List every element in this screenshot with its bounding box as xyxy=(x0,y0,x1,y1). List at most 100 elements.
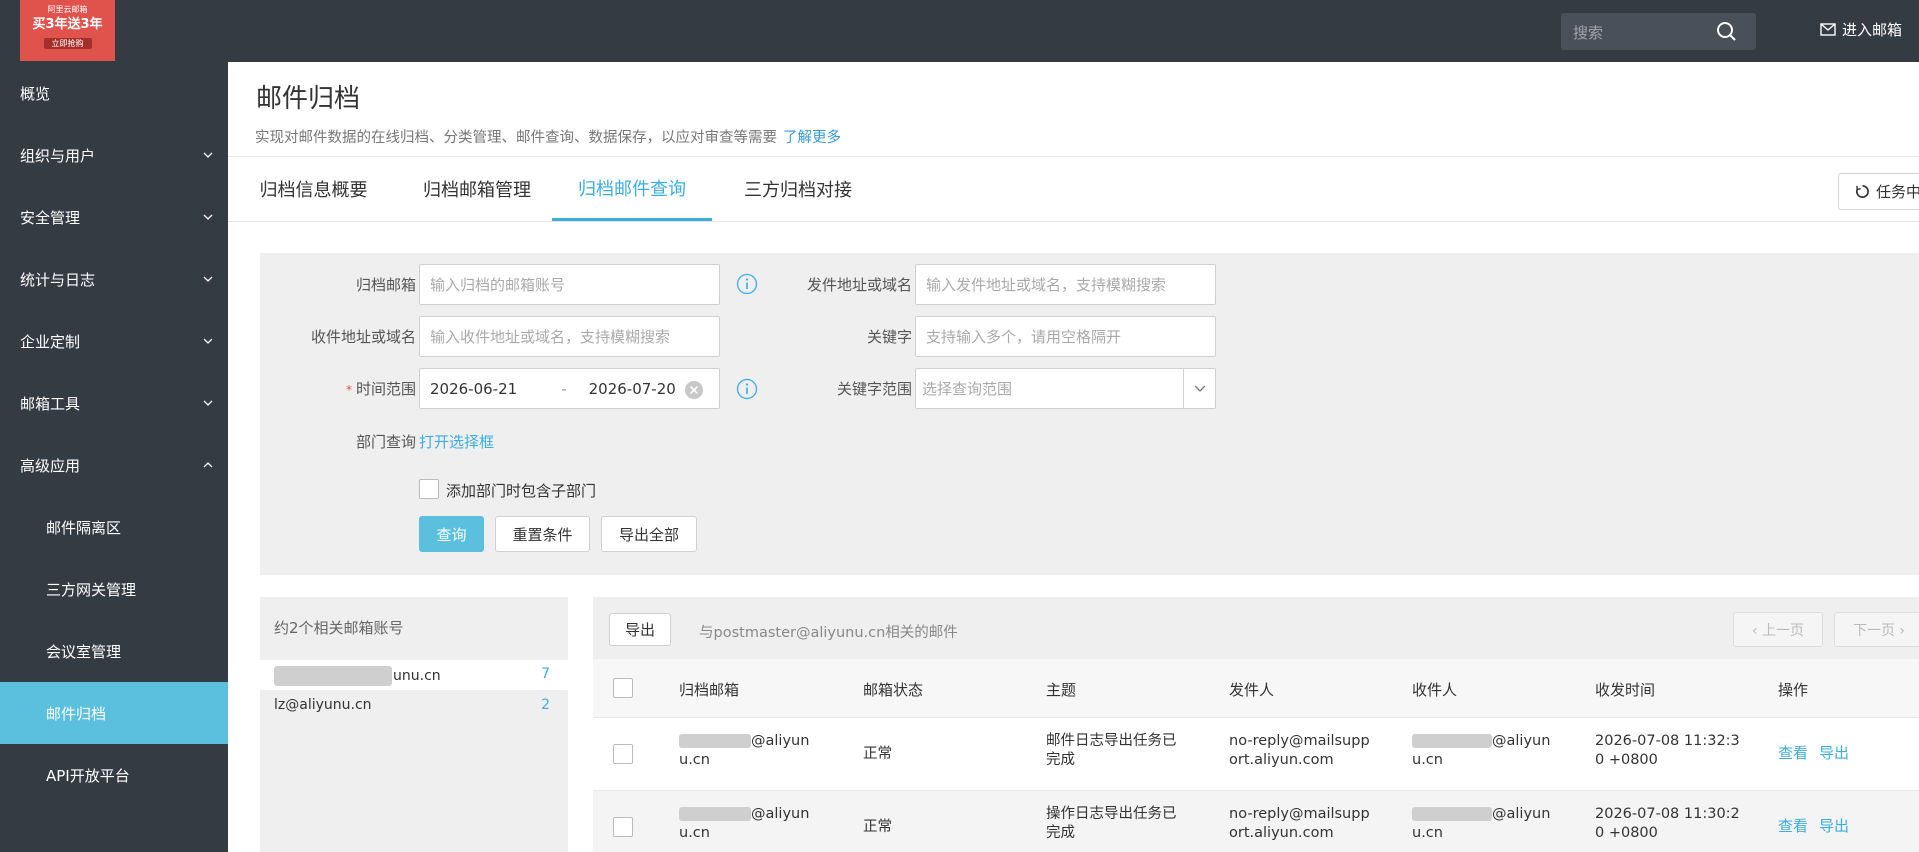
cell-archive-mailbox: @aliyun u.cn xyxy=(679,805,809,843)
clear-icon[interactable] xyxy=(684,380,704,400)
sidebar-item-meeting-rooms[interactable]: 会议室管理 xyxy=(0,620,228,682)
sidebar-item-advanced[interactable]: 高级应用 xyxy=(0,434,228,496)
chevron-down-icon xyxy=(1194,385,1206,392)
tab-archive-mailbox-mgmt[interactable]: 归档邮箱管理 xyxy=(417,157,537,221)
archive-mailbox-label: 归档邮箱 xyxy=(355,276,416,294)
sidebar-item-customization[interactable]: 企业定制 xyxy=(0,310,228,372)
next-page-button[interactable]: 下一页 › xyxy=(1834,612,1919,647)
sidebar-item-mail-archive[interactable]: 邮件归档 xyxy=(0,682,228,744)
learn-more-link[interactable]: 了解更多 xyxy=(783,130,841,146)
enter-mailbox-link[interactable]: 进入邮箱 xyxy=(1820,19,1902,40)
query-button[interactable]: 查询 xyxy=(419,516,484,552)
col-subject: 主题 xyxy=(1046,681,1077,699)
select-all-checkbox[interactable] xyxy=(613,678,633,698)
open-department-picker-link[interactable]: 打开选择框 xyxy=(419,431,494,452)
cell-subject-text-1: 操作日志导出任务已 xyxy=(1046,806,1177,822)
promo-logo[interactable]: 阿里云邮箱 买3年送3年 立即抢购 xyxy=(20,0,115,61)
cell-archive-mailbox-text-2: u.cn xyxy=(679,752,710,768)
sidebar-item-quarantine[interactable]: 邮件隔离区 xyxy=(0,496,228,558)
cell-sender-text-1: no-reply@mailsupp xyxy=(1229,733,1370,749)
search-placeholder: 搜索 xyxy=(1573,24,1604,42)
tab-third-party-archive[interactable]: 三方归档对接 xyxy=(738,157,858,221)
cell-status: 正常 xyxy=(863,819,892,835)
cell-subject: 邮件日志导出任务已 完成 xyxy=(1046,732,1177,770)
redacted-block xyxy=(679,807,751,821)
sidebar: 概览 组织与用户 安全管理 统计与日志 企业定制 邮箱工具 高级应用 邮件隔离区… xyxy=(0,62,228,852)
reset-button[interactable]: 重置条件 xyxy=(495,516,590,552)
results-hint: 与postmaster@aliyunu.cn相关的邮件 xyxy=(699,625,958,641)
cell-status: 正常 xyxy=(863,746,892,762)
search-box[interactable]: 搜索 xyxy=(1561,13,1756,50)
export-all-button[interactable]: 导出全部 xyxy=(601,516,697,552)
tab-archive-mail-query[interactable]: 归档邮件查询 xyxy=(552,157,712,221)
logo-brand: 阿里云邮箱 xyxy=(47,5,88,14)
view-link[interactable]: 查看 xyxy=(1778,744,1808,763)
list-item[interactable]: unu.cn 7 xyxy=(260,660,568,690)
view-link[interactable]: 查看 xyxy=(1778,817,1808,836)
chevron-down-icon xyxy=(203,214,213,220)
include-subdept-label: 添加部门时包含子部门 xyxy=(446,482,597,500)
chevron-down-icon xyxy=(203,400,213,406)
cell-archive-mailbox-text-1: @aliyun xyxy=(751,806,810,822)
account-count-header: 约2个相关邮箱账号 xyxy=(274,619,404,637)
info-icon[interactable] xyxy=(736,378,758,400)
account-name-text: unu.cn xyxy=(393,668,441,684)
sidebar-item-security[interactable]: 安全管理 xyxy=(0,186,228,248)
table-header: 归档邮箱 邮箱状态 主题 发件人 收件人 收发时间 操作 xyxy=(593,659,1919,718)
sidebar-item-api-platform[interactable]: API开放平台 xyxy=(0,744,228,806)
page-description-text: 实现对邮件数据的在线归档、分类管理、邮件查询、数据保存，以应对审查等需要 xyxy=(255,130,777,146)
logo-buy-button[interactable]: 立即抢购 xyxy=(43,38,92,49)
row-checkbox[interactable] xyxy=(613,817,633,837)
list-item[interactable]: lz@aliyunu.cn 2 xyxy=(260,691,568,721)
archive-mailbox-input[interactable]: 输入归档的邮箱账号 xyxy=(419,264,720,305)
recipient-input[interactable]: 输入收件地址或域名，支持模糊搜索 xyxy=(419,316,720,357)
cell-recipient-text-1: @aliyun xyxy=(1492,733,1551,749)
date-separator: - xyxy=(561,379,567,398)
prev-page-button[interactable]: ‹ 上一页 xyxy=(1733,612,1823,647)
keyword-input[interactable]: 支持输入多个，请用空格隔开 xyxy=(915,316,1216,357)
tab-archive-overview[interactable]: 归档信息概要 xyxy=(256,157,371,221)
results-toolbar: 导出 与postmaster@aliyunu.cn相关的邮件 ‹ 上一页 下一页… xyxy=(593,597,1919,659)
sidebar-item-label: 统计与日志 xyxy=(20,270,96,289)
sidebar-item-overview[interactable]: 概览 xyxy=(0,62,228,124)
required-mark: * xyxy=(345,383,352,397)
date-to-value[interactable]: 2026-07-20 xyxy=(589,380,676,398)
chevron-down-icon xyxy=(203,338,213,344)
cell-archive-mailbox-text-2: u.cn xyxy=(679,825,710,841)
cell-time-text-1: 2026-07-08 11:30:2 xyxy=(1595,806,1740,822)
cell-subject-text-2: 完成 xyxy=(1046,825,1075,841)
date-range-picker[interactable]: 2026-06-21 - 2026-07-20 xyxy=(419,368,720,409)
cell-time: 2026-07-08 11:30:2 0 +0800 xyxy=(1595,805,1740,843)
redacted-block xyxy=(1412,807,1492,821)
cell-archive-mailbox-text-1: @aliyun xyxy=(751,733,810,749)
task-center-button[interactable]: 任务中心 xyxy=(1838,173,1919,210)
sidebar-item-label: 邮箱工具 xyxy=(20,394,81,413)
search-icon[interactable] xyxy=(1716,21,1736,41)
chevron-down-icon xyxy=(203,276,213,282)
sidebar-item-stats-logs[interactable]: 统计与日志 xyxy=(0,248,228,310)
info-icon[interactable] xyxy=(736,273,758,295)
export-link[interactable]: 导出 xyxy=(1819,817,1849,836)
cell-sender-text-1: no-reply@mailsupp xyxy=(1229,806,1370,822)
include-subdept-checkbox[interactable] xyxy=(419,479,439,499)
table-row: @aliyun u.cn 正常 操作日志导出任务已 完成 no-reply@mail… xyxy=(593,791,1919,852)
cell-time-text-1: 2026-07-08 11:32:3 xyxy=(1595,733,1740,749)
keyword-scope-select[interactable]: 选择查询范围 xyxy=(915,368,1216,409)
chevron-up-icon xyxy=(203,462,213,468)
redacted-block xyxy=(679,734,751,748)
chevron-down-icon xyxy=(203,152,213,158)
export-button[interactable]: 导出 xyxy=(609,613,671,646)
sidebar-item-org-users[interactable]: 组织与用户 xyxy=(0,124,228,186)
sidebar-item-gateway[interactable]: 三方网关管理 xyxy=(0,558,228,620)
sender-label: 发件地址或域名 xyxy=(806,276,912,294)
sidebar-item-mail-tools[interactable]: 邮箱工具 xyxy=(0,372,228,434)
sender-input[interactable]: 输入发件地址或域名，支持模糊搜索 xyxy=(915,264,1216,305)
date-from-value[interactable]: 2026-06-21 xyxy=(430,380,517,398)
page-title: 邮件归档 xyxy=(256,84,361,114)
sidebar-item-label: 安全管理 xyxy=(20,208,81,227)
select-arrow[interactable] xyxy=(1183,369,1215,408)
export-link[interactable]: 导出 xyxy=(1819,744,1849,763)
sidebar-item-label: 会议室管理 xyxy=(46,642,122,661)
keyword-scope-placeholder: 选择查询范围 xyxy=(922,380,1013,398)
row-checkbox[interactable] xyxy=(613,744,633,764)
